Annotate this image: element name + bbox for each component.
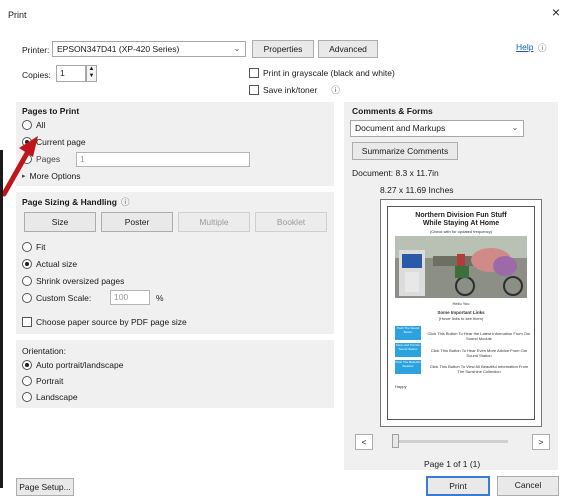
radio-landscape-label: Landscape — [36, 392, 78, 402]
page-slider-handle[interactable] — [392, 434, 399, 448]
document-size: Document: 8.3 x 11.7in — [352, 168, 439, 178]
chevron-down-icon: ⌄ — [233, 44, 241, 53]
help-link[interactable]: Help — [516, 42, 533, 52]
preview-title-line1: Northern Division Fun Stuff — [415, 212, 507, 219]
printer-select[interactable]: EPSON347D41 (XP-420 Series) ⌄ — [52, 41, 246, 57]
radio-fit-button[interactable] — [22, 242, 32, 252]
copies-label: Copies: — [22, 70, 51, 80]
comments-select-value: Document and Markups — [355, 123, 446, 133]
cancel-button[interactable]: Cancel — [497, 476, 559, 496]
grayscale-option[interactable]: Print in grayscale (black and white) — [249, 68, 395, 78]
radio-all[interactable]: All — [22, 120, 45, 130]
radio-auto-orientation-button[interactable] — [22, 360, 32, 370]
paper-source-label: Choose paper source by PDF page size — [36, 317, 187, 327]
page-setup-button[interactable]: Page Setup... — [16, 478, 74, 496]
preview-caption: Hello You — [452, 301, 470, 306]
grayscale-checkbox[interactable] — [249, 68, 259, 78]
left-edge-bar — [0, 150, 3, 488]
info-icon[interactable]: ⓘ — [121, 196, 130, 208]
radio-landscape-button[interactable] — [22, 392, 32, 402]
copies-value: 1 — [60, 68, 65, 78]
page-count-label: Page 1 of 1 (1) — [424, 459, 481, 469]
radio-actual-size-label: Actual size — [36, 259, 78, 269]
printer-label: Printer: — [22, 45, 50, 55]
tab-booklet[interactable]: Booklet — [255, 212, 327, 232]
preview-link-box: Push The Sound Button — [395, 326, 421, 340]
print-button[interactable]: Print — [426, 476, 490, 496]
page-size: 8.27 x 11.69 Inches — [380, 185, 454, 195]
comments-select[interactable]: Document and Markups ⌄ — [350, 120, 524, 137]
radio-portrait-button[interactable] — [22, 376, 32, 386]
preview-subtitle: (Check with for updated frequency) — [429, 229, 493, 234]
preview-link-text: Click This Button To Hear Even More Advi… — [430, 348, 528, 358]
percent-label: % — [156, 293, 164, 303]
preview-link-box: Show and Tell Our Sound Station — [395, 343, 421, 357]
radio-custom-scale-button[interactable] — [22, 293, 32, 303]
dialog-title: Print — [8, 10, 27, 20]
help-icon[interactable]: ⓘ — [538, 42, 547, 54]
tab-size[interactable]: Size — [24, 212, 96, 232]
paper-source-option[interactable]: Choose paper source by PDF page size — [22, 317, 187, 327]
save-ink-option[interactable]: Save ink/toner ⓘ — [249, 84, 340, 96]
preview-title-line2: While Staying At Home — [422, 220, 500, 227]
save-ink-checkbox[interactable] — [249, 85, 259, 95]
page-sizing-header: Page Sizing & Handling ⓘ — [22, 196, 129, 208]
radio-all-label: All — [36, 120, 46, 130]
radio-portrait-label: Portrait — [36, 376, 64, 386]
orientation-heading: Orientation: — [22, 346, 66, 356]
radio-shrink-button[interactable] — [22, 276, 32, 286]
next-page-button[interactable]: > — [532, 434, 550, 450]
preview-link-text: Click This Button To Hear the Latest Inf… — [427, 331, 531, 341]
custom-scale-input[interactable]: 100 — [110, 290, 150, 305]
close-icon[interactable]: × — [548, 4, 564, 20]
comments-forms-heading: Comments & Forms — [352, 106, 433, 116]
radio-shrink[interactable]: Shrink oversized pages — [22, 276, 124, 286]
radio-custom-scale[interactable]: Custom Scale: — [22, 293, 91, 303]
radio-custom-scale-label: Custom Scale: — [36, 293, 92, 303]
preview-photo — [395, 236, 527, 298]
paper-source-checkbox[interactable] — [22, 317, 32, 327]
preview-link-text: Click This Button To View All Beautiful … — [429, 364, 529, 374]
preview-link-box: Push The Beautiful Weather — [395, 360, 421, 374]
radio-all-button[interactable] — [22, 120, 32, 130]
prev-page-button[interactable]: < — [355, 434, 373, 450]
radio-shrink-label: Shrink oversized pages — [36, 276, 125, 286]
radio-fit[interactable]: Fit — [22, 242, 45, 252]
save-ink-label: Save ink/toner — [263, 85, 318, 95]
advanced-button[interactable]: Advanced — [318, 40, 378, 58]
pages-range-input[interactable]: 1 — [76, 152, 250, 167]
radio-actual-size-button[interactable] — [22, 259, 32, 269]
radio-auto-orientation[interactable]: Auto portrait/landscape — [22, 360, 123, 370]
page-preview: Northern Division Fun Stuff While Stayin… — [380, 199, 542, 427]
info-icon[interactable]: ⓘ — [331, 84, 340, 96]
radio-portrait[interactable]: Portrait — [22, 376, 63, 386]
radio-actual-size[interactable]: Actual size — [22, 259, 77, 269]
chevron-down-icon: ⌄ — [511, 123, 519, 132]
preview-section-title: Some Important Links — [437, 310, 485, 315]
radio-fit-label: Fit — [36, 242, 46, 252]
tab-poster[interactable]: Poster — [101, 212, 173, 232]
pages-to-print-heading: Pages to Print — [22, 106, 80, 116]
properties-button[interactable]: Properties — [252, 40, 314, 58]
radio-landscape[interactable]: Landscape — [22, 392, 78, 402]
preview-section-sub: (Hover links to see them) — [438, 316, 484, 321]
page-slider-track[interactable] — [394, 440, 508, 443]
copies-input[interactable]: 1 — [56, 65, 86, 82]
tab-multiple[interactable]: Multiple — [178, 212, 250, 232]
grayscale-label: Print in grayscale (black and white) — [263, 68, 395, 78]
red-arrow-icon — [1, 136, 38, 197]
page-sizing-heading: Page Sizing & Handling — [22, 197, 117, 207]
preview-footer-note: Happy — [395, 384, 407, 389]
copies-stepper[interactable]: ▲ ▼ — [86, 65, 97, 82]
radio-auto-orientation-label: Auto portrait/landscape — [36, 360, 124, 370]
summarize-comments-button[interactable]: Summarize Comments — [352, 142, 458, 160]
printer-select-value: EPSON347D41 (XP-420 Series) — [57, 44, 180, 54]
